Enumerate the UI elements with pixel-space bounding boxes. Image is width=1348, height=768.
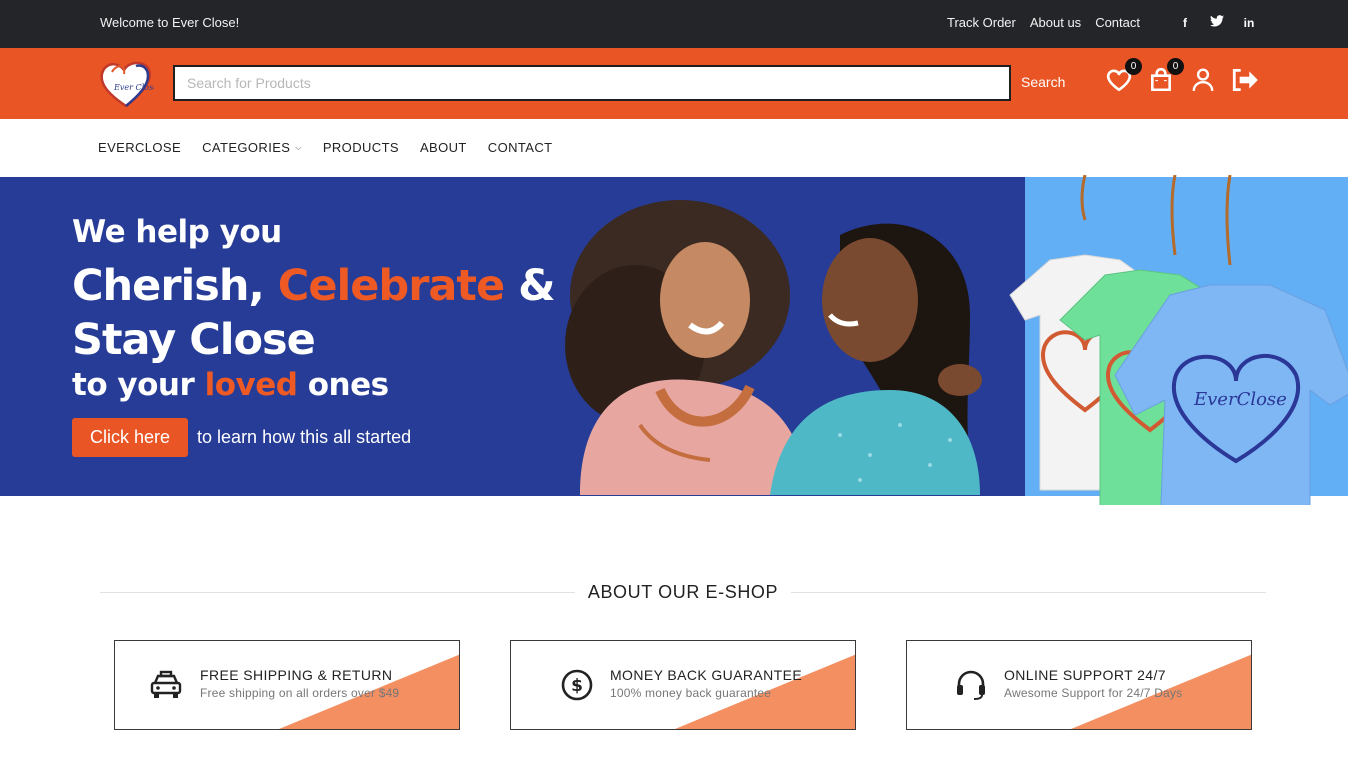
feature-card-shipping: FREE SHIPPING & RETURN Free shipping on … xyxy=(114,640,460,730)
linkedin-icon[interactable]: in xyxy=(1242,16,1256,30)
top-bar: Welcome to Ever Close! Track Order About… xyxy=(0,0,1348,48)
hero-loved: loved xyxy=(204,366,298,403)
about-us-link[interactable]: About us xyxy=(1030,15,1081,30)
shirt-brand-text: EverClose xyxy=(1193,389,1287,410)
wishlist-button[interactable]: 0 xyxy=(1106,58,1142,95)
card-subtitle: Free shipping on all orders over $49 xyxy=(200,686,400,700)
nav-products[interactable]: PRODUCTS xyxy=(323,140,399,155)
search-button[interactable]: Search xyxy=(1021,74,1065,90)
nav-products-label: PRODUCTS xyxy=(322,140,399,155)
nav-everclose[interactable]: EVERCLOSE xyxy=(98,140,181,155)
social-links: f in xyxy=(1178,15,1256,30)
search-input[interactable] xyxy=(175,67,1009,99)
feature-card-money-back: $ MONEY BACK GUARANTEE 100% money back g… xyxy=(510,640,856,730)
card-title: FREE SHIPPING & RETURN xyxy=(200,667,393,683)
nav-contact[interactable]: CONTACT xyxy=(488,140,553,155)
top-links: Track Order About us Contact xyxy=(947,15,1140,30)
hero-line-4a: to your xyxy=(72,366,205,403)
nav-about-label: ABOUT xyxy=(419,140,467,155)
twitter-icon[interactable] xyxy=(1210,15,1224,30)
cart-button[interactable]: 0 xyxy=(1148,58,1184,95)
header: Ever Close Search 0 0 xyxy=(0,48,1348,119)
click-here-button[interactable]: Click here xyxy=(72,418,189,457)
hero-line-2: Cherish, Celebrate & xyxy=(72,260,556,314)
track-order-link[interactable]: Track Order xyxy=(947,15,1016,30)
hero-line-3: Stay Close xyxy=(72,314,316,365)
nav-about[interactable]: ABOUT xyxy=(420,140,467,155)
about-title: ABOUT OUR E-SHOP xyxy=(587,582,779,602)
nav-categories-label: CATEGORIES xyxy=(202,140,291,155)
welcome-text: Welcome to Ever Close! xyxy=(100,15,240,30)
hero-headline: We help you Cherish, Celebrate & Stay Cl… xyxy=(72,214,556,403)
card-subtitle: Awesome Support for 24/7 Days xyxy=(1004,686,1183,700)
user-icon xyxy=(1192,68,1214,91)
logout-button[interactable] xyxy=(1230,67,1258,95)
logout-icon xyxy=(1232,68,1258,92)
svg-text:$: $ xyxy=(571,676,583,696)
hero-banner: We help you Cherish, Celebrate & Stay Cl… xyxy=(0,175,1348,505)
contact-link[interactable]: Contact xyxy=(1095,15,1140,30)
nav-everclose-label: EVERCLOSE xyxy=(98,140,182,155)
dollar-icon: $ xyxy=(561,669,593,701)
hero-celebrate: Celebrate xyxy=(277,261,505,311)
card-subtitle: 100% money back guarantee xyxy=(610,686,772,700)
nav-categories[interactable]: CATEGORIES ⌵ xyxy=(202,140,302,155)
cart-count-badge: 0 xyxy=(1167,58,1184,75)
hero-line-2a: Cherish, xyxy=(72,261,278,311)
ever-close-logo[interactable]: Ever Close xyxy=(98,58,158,110)
about-section-title: ABOUT OUR E-SHOP xyxy=(100,580,1266,604)
facebook-icon[interactable]: f xyxy=(1178,16,1192,30)
wishlist-count-badge: 0 xyxy=(1125,58,1142,75)
chevron-down-icon: ⌵ xyxy=(295,142,302,152)
headset-icon xyxy=(957,670,985,700)
taxi-icon xyxy=(150,670,182,698)
hero-image: EverClose xyxy=(565,175,1348,505)
hero-line-1: We help you xyxy=(72,214,282,250)
hero-cta-row: Click here to learn how this all started xyxy=(72,418,411,457)
card-title: MONEY BACK GUARANTEE xyxy=(610,667,803,683)
search-box xyxy=(173,65,1011,101)
main-nav: EVERCLOSE CATEGORIES ⌵ PRODUCTS ABOUT CON… xyxy=(0,119,1348,177)
account-button[interactable] xyxy=(1190,67,1218,95)
logo-text: Ever Close xyxy=(113,83,154,92)
hero-line-4c: ones xyxy=(297,366,389,403)
feature-card-support: ONLINE SUPPORT 24/7 Awesome Support for … xyxy=(906,640,1252,730)
hero-line-4: to your loved ones xyxy=(72,366,555,403)
nav-contact-label: CONTACT xyxy=(487,140,553,155)
card-title: ONLINE SUPPORT 24/7 xyxy=(1004,667,1166,683)
cta-tail-text: to learn how this all started xyxy=(197,427,412,447)
